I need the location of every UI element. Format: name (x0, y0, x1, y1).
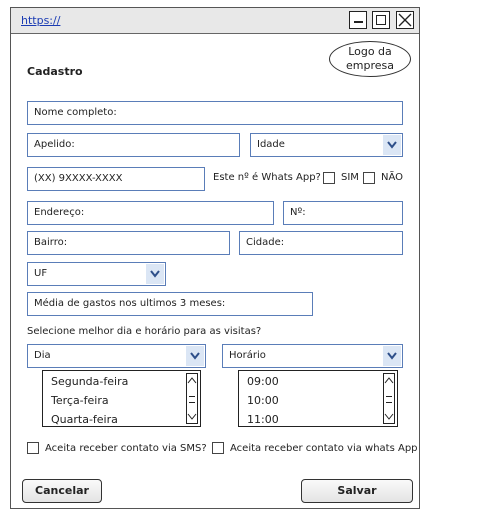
close-button[interactable] (396, 11, 414, 29)
whatsapp-question: Este nº é Whats App? (213, 172, 321, 183)
scroll-down-icon (384, 413, 394, 420)
form-title: Cadastro (27, 65, 83, 78)
scroll-up-icon (187, 377, 197, 384)
dia-listbox[interactable]: Segunda-feira Terça-feira Quarta-feira (42, 370, 201, 427)
list-item[interactable]: Quarta-feira (51, 413, 118, 426)
list-item[interactable]: 11:00 (247, 413, 279, 426)
scrollbar[interactable] (383, 373, 395, 424)
company-logo: Logo da empresa (329, 41, 411, 77)
scroll-up-icon (384, 377, 394, 384)
chevron-down-icon (383, 346, 401, 366)
logo-line-2: empresa (346, 59, 394, 72)
whats-consent-checkbox[interactable] (212, 442, 224, 454)
scrollbar[interactable] (186, 373, 198, 424)
close-icon (398, 13, 412, 27)
scroll-thumb[interactable] (386, 396, 392, 397)
scroll-down-icon (187, 413, 197, 420)
list-item[interactable]: Terça-feira (51, 394, 109, 407)
chevron-down-icon (146, 264, 164, 284)
url-link[interactable]: https:// (21, 14, 60, 27)
title-bar: https:// (11, 8, 419, 34)
uf-select[interactable]: UF (27, 262, 166, 286)
bairro-input[interactable]: Bairro: (27, 231, 230, 255)
uf-select-value: UF (34, 268, 48, 279)
sim-checkbox[interactable] (323, 172, 335, 184)
horario-select-value: Horário (229, 350, 266, 361)
cancel-button[interactable]: Cancelar (22, 479, 102, 503)
chevron-down-icon (383, 135, 401, 155)
sms-consent-label: Aceita receber contato via SMS? (45, 443, 207, 454)
scroll-thumb-line (189, 402, 195, 403)
list-item[interactable]: 09:00 (247, 375, 279, 388)
idade-select-value: Idade (257, 139, 285, 150)
visit-prompt: Selecione melhor dia e horário para as v… (27, 326, 262, 337)
endereco-input[interactable]: Endereço: (27, 201, 274, 225)
chevron-down-icon (186, 346, 204, 366)
dia-select-value: Dia (34, 350, 51, 361)
whats-consent-label: Aceita receber contato via whats App (230, 443, 418, 454)
dia-select[interactable]: Dia (27, 344, 206, 368)
media-gastos-input[interactable]: Média de gastos nos ultimos 3 meses: (27, 292, 313, 316)
maximize-icon (376, 15, 386, 25)
nao-checkbox[interactable] (363, 172, 375, 184)
phone-input[interactable]: (XX) 9XXXX-XXXX (27, 167, 205, 191)
sms-consent-checkbox[interactable] (27, 442, 39, 454)
cidade-input[interactable]: Cidade: (239, 231, 403, 255)
list-item[interactable]: 10:00 (247, 394, 279, 407)
sim-label: SIM (341, 172, 359, 183)
idade-select[interactable]: Idade (250, 133, 403, 157)
scroll-thumb-line (386, 402, 392, 403)
apelido-input[interactable]: Apelido: (27, 133, 240, 157)
nao-label: NÃO (381, 172, 404, 183)
save-button[interactable]: Salvar (301, 479, 413, 503)
numero-input[interactable]: Nº: (283, 201, 403, 225)
scroll-thumb[interactable] (189, 396, 195, 397)
list-item[interactable]: Segunda-feira (51, 375, 128, 388)
horario-listbox[interactable]: 09:00 10:00 11:00 (238, 370, 398, 427)
minimize-icon (354, 21, 363, 23)
form-window: https:// Logo da empresa Cadastro Nome c… (10, 7, 420, 509)
horario-select[interactable]: Horário (222, 344, 403, 368)
maximize-button[interactable] (372, 11, 390, 29)
nome-input[interactable]: Nome completo: (27, 101, 403, 125)
minimize-button[interactable] (349, 11, 367, 29)
logo-line-1: Logo da (348, 45, 392, 58)
